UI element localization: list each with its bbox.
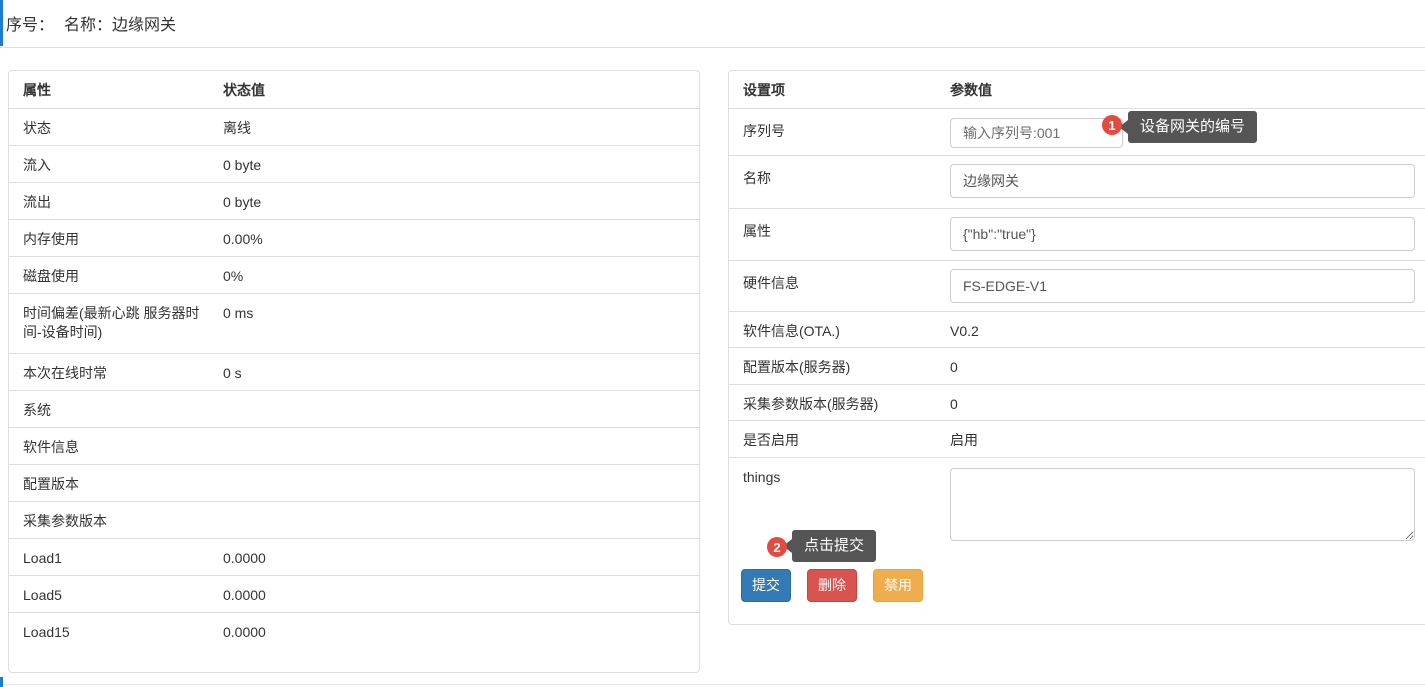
status-row-label: 状态	[9, 109, 223, 145]
status-row-label: Load1	[9, 539, 223, 575]
status-row-label: 流入	[9, 146, 223, 182]
hardware-info-label: 硬件信息	[729, 261, 950, 311]
step-badge-2: 2	[767, 537, 787, 557]
submit-tooltip-text: 点击提交	[792, 530, 876, 562]
table-row: 软件信息	[9, 428, 699, 465]
section-accent-top	[0, 0, 3, 46]
page-title: 序号： 名称：边缘网关	[6, 11, 176, 35]
settings-table-header: 设置项 参数值	[729, 71, 1425, 109]
enabled-label: 是否启用	[729, 421, 950, 457]
status-row-label: 配置版本	[9, 465, 223, 501]
table-row: 状态 离线	[9, 109, 699, 146]
submit-tooltip: 点击提交	[783, 530, 876, 562]
table-row: 属性	[729, 209, 1425, 261]
table-row: 系统	[9, 391, 699, 428]
table-row: 硬件信息	[729, 261, 1425, 312]
status-row-value: 0 ms	[223, 294, 699, 353]
config-version-value: 0	[950, 348, 1425, 384]
table-row: 名称	[729, 156, 1425, 209]
software-info-value: V0.2	[950, 312, 1425, 347]
table-row: 流出 0 byte	[9, 183, 699, 220]
device-name-label: 名称：	[64, 17, 112, 34]
status-panel: 属性 状态值 状态 离线 流入 0 byte 流出 0 byte 内存使用 0.…	[8, 70, 700, 673]
status-row-value: 0%	[223, 257, 699, 293]
table-row: Load15 0.0000	[9, 613, 699, 650]
status-row-label: 系统	[9, 391, 223, 427]
settings-header-value: 参数值	[950, 71, 1425, 108]
status-row-value: 0.0000	[223, 539, 699, 575]
status-row-value	[223, 502, 699, 538]
status-row-value: 0.0000	[223, 613, 699, 650]
header-divider	[0, 47, 1425, 48]
status-row-label: 本次在线时常	[9, 354, 223, 390]
table-row: 流入 0 byte	[9, 146, 699, 183]
status-row-label: 流出	[9, 183, 223, 219]
serial-label: 序列号	[729, 109, 950, 155]
status-row-label: 软件信息	[9, 428, 223, 464]
settings-header-item: 设置项	[729, 71, 950, 108]
serial-number-label: 序号：	[6, 17, 54, 34]
table-row: 配置版本(服务器) 0	[729, 348, 1425, 385]
table-row: Load5 0.0000	[9, 576, 699, 613]
status-row-label: Load15	[9, 613, 223, 650]
serial-tooltip-text: 设备网关的编号	[1128, 111, 1257, 143]
status-row-label: 时间偏差(最新心跳 服务器时间-设备时间)	[9, 294, 223, 353]
attributes-label: 属性	[729, 209, 950, 260]
bottom-divider	[0, 684, 1425, 685]
status-row-value: 0.00%	[223, 220, 699, 256]
status-row-value: 离线	[223, 109, 699, 145]
status-row-value: 0 byte	[223, 183, 699, 219]
table-row: 本次在线时常 0 s	[9, 354, 699, 391]
section-accent-bottom	[0, 677, 3, 687]
table-row: 软件信息(OTA.) V0.2	[729, 312, 1425, 348]
attributes-input[interactable]	[950, 217, 1415, 251]
table-row: Load1 0.0000	[9, 539, 699, 576]
things-textarea[interactable]	[950, 468, 1415, 541]
status-header-attribute: 属性	[9, 71, 223, 108]
table-row: 配置版本	[9, 465, 699, 502]
device-name-value: 边缘网关	[112, 17, 176, 34]
serial-tooltip: 设备网关的编号	[1119, 111, 1257, 143]
hardware-info-input[interactable]	[950, 269, 1415, 303]
status-row-value	[223, 391, 699, 427]
status-row-label: 采集参数版本	[9, 502, 223, 538]
collect-version-value: 0	[950, 385, 1425, 420]
status-row-label: 磁盘使用	[9, 257, 223, 293]
status-row-value: 0 byte	[223, 146, 699, 182]
table-row: 采集参数版本(服务器) 0	[729, 385, 1425, 421]
status-row-value: 0.0000	[223, 576, 699, 612]
status-header-value: 状态值	[223, 71, 699, 108]
name-input[interactable]	[950, 164, 1415, 198]
table-row: 序列号	[729, 109, 1425, 156]
name-label: 名称	[729, 156, 950, 208]
status-row-value	[223, 465, 699, 501]
status-table-header: 属性 状态值	[9, 71, 699, 109]
status-row-label: 内存使用	[9, 220, 223, 256]
software-info-label: 软件信息(OTA.)	[729, 312, 950, 347]
table-row: 是否启用 启用	[729, 421, 1425, 458]
submit-button[interactable]: 提交	[741, 569, 791, 602]
status-row-value	[223, 428, 699, 464]
collect-version-label: 采集参数版本(服务器)	[729, 385, 950, 420]
enabled-value: 启用	[950, 421, 1425, 457]
table-row: 磁盘使用 0%	[9, 257, 699, 294]
status-row-label: Load5	[9, 576, 223, 612]
table-row: 时间偏差(最新心跳 服务器时间-设备时间) 0 ms	[9, 294, 699, 354]
table-row: 采集参数版本	[9, 502, 699, 539]
delete-button[interactable]: 删除	[807, 569, 857, 602]
step-badge-1: 1	[1102, 115, 1122, 135]
table-row: 内存使用 0.00%	[9, 220, 699, 257]
status-row-value: 0 s	[223, 354, 699, 390]
action-button-bar: 提交 删除 禁用	[741, 569, 923, 602]
config-version-label: 配置版本(服务器)	[729, 348, 950, 384]
serial-input[interactable]	[950, 118, 1123, 148]
disable-button[interactable]: 禁用	[873, 569, 923, 602]
